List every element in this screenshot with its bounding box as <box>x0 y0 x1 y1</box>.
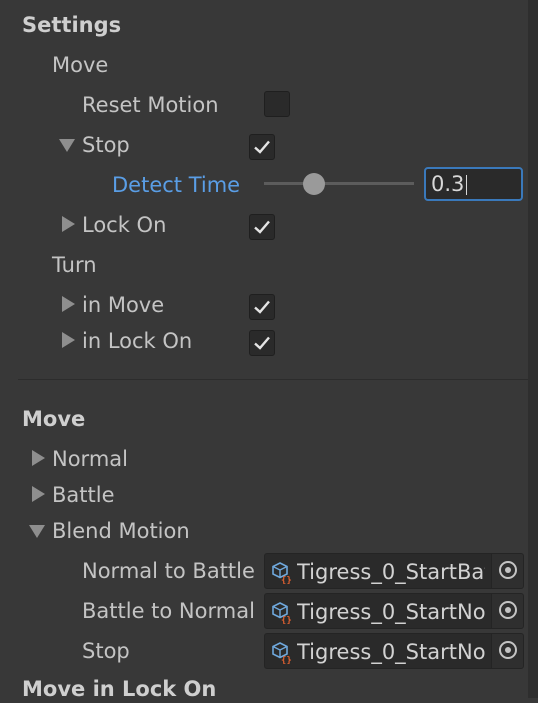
normal-to-battle-field[interactable]: {} Tigress_0_StartBattle <box>264 553 524 589</box>
battle-to-normal-label: Battle to Normal <box>82 599 255 623</box>
reset-motion-label: Reset Motion <box>82 93 219 117</box>
object-picker-button[interactable] <box>491 554 523 588</box>
stop-foldout-label[interactable]: Stop <box>82 131 130 159</box>
normal-to-battle-value: Tigress_0_StartBattle <box>297 560 485 584</box>
object-picker-dot <box>505 647 511 653</box>
battle-foldout-icon[interactable] <box>32 486 45 502</box>
in-move-checkbox[interactable] <box>249 294 275 320</box>
turn-label: Turn <box>52 253 97 277</box>
object-picker-dot <box>505 567 511 573</box>
scriptable-object-icon: {} <box>272 642 292 664</box>
blend-stop-label: Stop <box>82 639 130 663</box>
stop-checkbox[interactable] <box>249 134 275 160</box>
lock-on-checkbox[interactable] <box>249 214 275 240</box>
blend-stop-value: Tigress_0_StartNormal <box>297 640 485 664</box>
svg-text:{}: {} <box>281 656 292 664</box>
move-section-header: Move <box>22 407 86 431</box>
settings-header: Settings <box>22 13 122 37</box>
detect-time-field[interactable]: 0.3 <box>424 167 523 201</box>
checkmark-icon <box>254 140 270 154</box>
checkmark-icon <box>254 220 270 234</box>
section-divider <box>18 379 528 380</box>
object-picker-button[interactable] <box>491 634 523 668</box>
scriptable-object-icon: {} <box>272 602 292 624</box>
blend-stop-field[interactable]: {} Tigress_0_StartNormal <box>264 633 524 669</box>
lock-on-foldout-label[interactable]: Lock On <box>82 211 166 239</box>
battle-to-normal-field[interactable]: {} Tigress_0_StartNormal <box>264 593 524 629</box>
blend-motion-foldout-label[interactable]: Blend Motion <box>52 517 190 545</box>
scriptable-object-icon: {} <box>272 562 292 584</box>
battle-foldout-label[interactable]: Battle <box>52 481 115 509</box>
normal-foldout-icon[interactable] <box>32 450 45 466</box>
svg-text:{}: {} <box>281 576 292 584</box>
checkmark-icon <box>254 336 270 350</box>
in-lock-on-foldout-label[interactable]: in Lock On <box>82 327 192 355</box>
lock-on-foldout-icon[interactable] <box>62 216 75 232</box>
object-picker-dot <box>505 607 511 613</box>
detect-time-slider-handle[interactable] <box>302 173 325 195</box>
text-caret <box>466 175 467 195</box>
blend-motion-foldout-expanded-icon[interactable] <box>29 525 45 538</box>
in-move-foldout-icon[interactable] <box>62 296 75 312</box>
detect-time-slider-track[interactable] <box>264 182 414 185</box>
move-in-lock-on-header: Move in Lock On <box>22 677 217 701</box>
in-lock-on-foldout-icon[interactable] <box>62 332 75 348</box>
detect-time-value: 0.3 <box>431 172 465 196</box>
in-move-foldout-label[interactable]: in Move <box>82 291 164 319</box>
reset-motion-checkbox[interactable] <box>264 91 290 117</box>
settings-move-label: Move <box>52 53 109 77</box>
detect-time-label: Detect Time <box>112 173 241 197</box>
normal-to-battle-label: Normal to Battle <box>82 559 255 583</box>
stop-foldout-expanded-icon[interactable] <box>59 139 75 152</box>
battle-to-normal-value: Tigress_0_StartNormal <box>297 600 485 624</box>
normal-foldout-label[interactable]: Normal <box>52 445 128 473</box>
in-lock-on-checkbox[interactable] <box>249 330 275 356</box>
inspector-scrollbar[interactable] <box>528 0 538 698</box>
checkmark-icon <box>254 300 270 314</box>
object-picker-button[interactable] <box>491 594 523 628</box>
svg-text:{}: {} <box>281 616 292 624</box>
